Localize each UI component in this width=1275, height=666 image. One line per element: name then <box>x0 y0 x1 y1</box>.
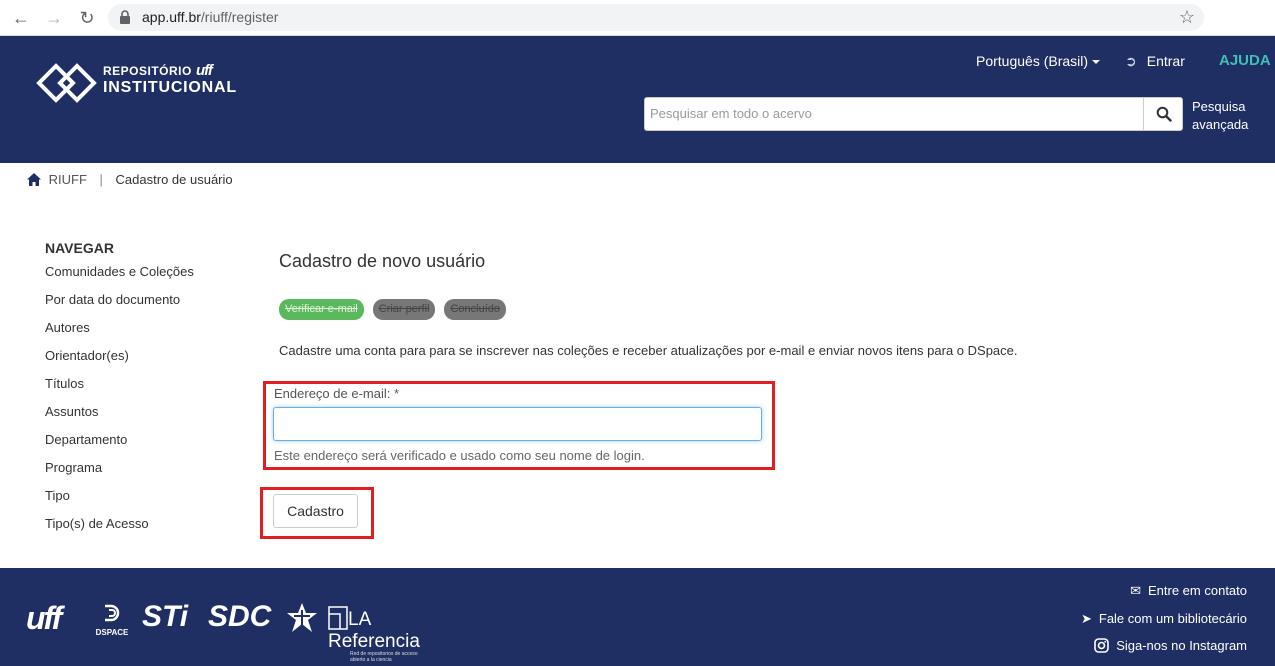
breadcrumb-separator: | <box>99 172 103 187</box>
logo-text-institucional: INSTITUCIONAL <box>103 79 237 96</box>
breadcrumb: RIUFF | Cadastro de usuário <box>27 172 233 187</box>
repository-logo[interactable]: REPOSITÓRIO uff INSTITUCIONAL <box>36 60 236 106</box>
dspace-logo[interactable]: DSPACE <box>91 604 133 637</box>
la-referencia-logo[interactable]: LA Referencia Red de repositorios de acc… <box>328 606 420 663</box>
sidebar-item-type[interactable]: Tipo <box>45 487 245 515</box>
sdc-logo[interactable]: SDC <box>208 600 271 634</box>
email-label: Endereço de e-mail: * <box>274 386 400 401</box>
uff-logo[interactable]: uff <box>26 600 62 637</box>
login-link[interactable]: ➲ Entrar <box>1125 53 1185 70</box>
breadcrumb-current: Cadastro de usuário <box>115 172 233 187</box>
register-button[interactable]: Cadastro <box>273 494 358 528</box>
search-icon <box>1156 106 1172 122</box>
footer-links: ✉ Entre em contato ➤ Fale com um bibliotec… <box>1081 582 1247 665</box>
la-referencia-icon <box>328 606 348 630</box>
browse-sidebar: NAVEGAR Comunidades e Coleções Por data … <box>45 240 245 543</box>
sidebar-item-advisors[interactable]: Orientador(es) <box>45 347 245 375</box>
sti-logo[interactable]: STi <box>142 600 188 634</box>
logo-text-uff: uff <box>196 62 213 79</box>
step-create-profile: Criar perfil <box>372 299 436 320</box>
email-field[interactable] <box>273 407 762 441</box>
step-verify-email: Verificar e-mail <box>279 299 364 320</box>
caret-down-icon <box>1092 60 1101 65</box>
forward-arrow-icon[interactable]: → <box>43 7 65 29</box>
language-selector[interactable]: Português (Brasil) <box>976 53 1101 69</box>
sidebar-item-department[interactable]: Departamento <box>45 431 245 459</box>
login-label: Entrar <box>1146 53 1185 69</box>
sidebar-item-communities[interactable]: Comunidades e Coleções <box>45 263 245 291</box>
back-arrow-icon[interactable]: ← <box>10 7 32 29</box>
lock-icon <box>120 10 130 24</box>
contact-link[interactable]: ✉ Entre em contato <box>1081 582 1247 610</box>
paper-plane-icon: ➤ <box>1080 610 1092 626</box>
ibict-star-icon[interactable] <box>285 602 319 634</box>
site-header: REPOSITÓRIO uff INSTITUCIONAL Português … <box>0 36 1275 163</box>
sidebar-item-access-type[interactable]: Tipo(s) de Acesso <box>45 515 245 543</box>
instagram-link[interactable]: Siga-nos no Instagram <box>1081 637 1247 665</box>
instagram-icon <box>1094 638 1110 653</box>
sidebar-item-by-date[interactable]: Por data do documento <box>45 291 245 319</box>
sidebar-item-subjects[interactable]: Assuntos <box>45 403 245 431</box>
envelope-icon: ✉ <box>1130 583 1141 598</box>
search-button[interactable] <box>1143 97 1183 131</box>
sidebar-item-authors[interactable]: Autores <box>45 319 245 347</box>
page-title: Cadastro de novo usuário <box>279 251 486 271</box>
registration-description: Cadastre uma conta para para se inscreve… <box>279 343 1018 358</box>
browser-toolbar: ← → ↻ app.uff.br/riuff/register ☆ <box>0 0 1275 36</box>
dspace-icon <box>105 604 120 622</box>
email-help-text: Este endereço será verificado e usado co… <box>274 448 645 463</box>
address-bar[interactable]: app.uff.br/riuff/register ☆ <box>108 4 1204 31</box>
logo-text-repositorio: REPOSITÓRIO <box>103 64 192 78</box>
help-link[interactable]: AJUDA <box>1219 52 1271 69</box>
login-icon: ➲ <box>1125 53 1137 69</box>
search-input[interactable]: Pesquisar em todo o acervo <box>644 97 1144 131</box>
diamond-logo-icon <box>36 63 97 103</box>
site-footer: uff DSPACE STi SDC LA Referencia Red de … <box>0 568 1275 666</box>
sidebar-item-titles[interactable]: Títulos <box>45 375 245 403</box>
language-label: Português (Brasil) <box>976 53 1089 69</box>
breadcrumb-home-link[interactable]: RIUFF <box>49 172 87 187</box>
url-text: app.uff.br/riuff/register <box>142 9 279 25</box>
registration-steps: Verificar e-mail Criar perfil Concluído <box>279 299 515 320</box>
bookmark-star-icon[interactable]: ☆ <box>1179 7 1195 28</box>
step-completed: Concluído <box>444 299 507 320</box>
reload-icon[interactable]: ↻ <box>76 7 98 29</box>
advanced-search-link[interactable]: Pesquisa avançada <box>1192 98 1248 134</box>
librarian-link[interactable]: ➤ Fale com um bibliotecário <box>1081 610 1247 638</box>
home-icon <box>27 173 41 186</box>
sidebar-item-program[interactable]: Programa <box>45 459 245 487</box>
sidebar-title: NAVEGAR <box>45 240 114 256</box>
